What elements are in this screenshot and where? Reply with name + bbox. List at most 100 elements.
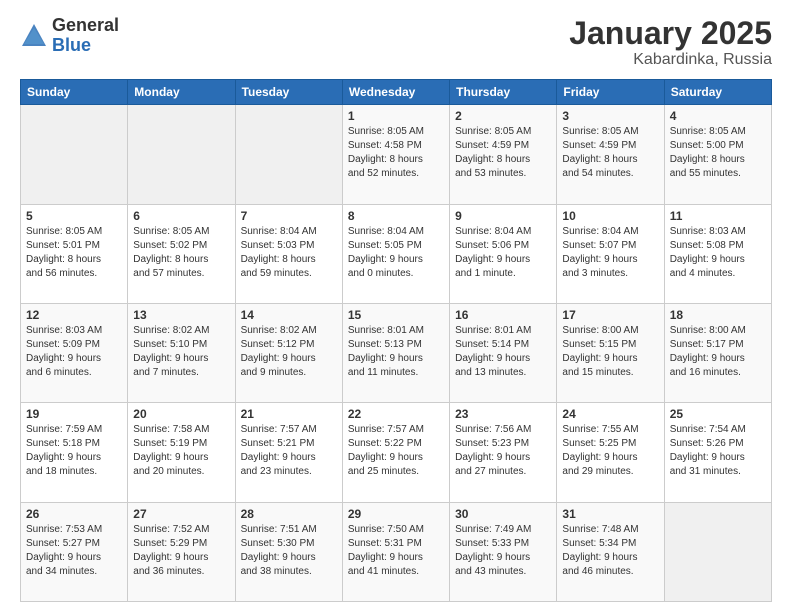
table-row: 16 Sunrise: 8:01 AM Sunset: 5:14 PM Dayli… (450, 303, 557, 402)
day-info: Sunrise: 7:55 AM Sunset: 5:25 PM Dayligh… (562, 423, 658, 479)
table-row: 31Sunrise: 7:48 AM Sunset: 5:34 PM Dayli… (557, 502, 664, 601)
day-info: Sunrise: 8:00 AM Sunset: 5:17 PM Dayligh… (670, 324, 766, 380)
table-row: 18 Sunrise: 8:00 AM Sunset: 5:17 PM Dayli… (664, 303, 771, 402)
logo-icon (20, 22, 48, 50)
day-number: 22 (348, 407, 444, 421)
day-number: 8 (348, 209, 444, 223)
table-row: 9 Sunrise: 8:04 AM Sunset: 5:06 PM Daylig… (450, 204, 557, 303)
day-info: Sunrise: 7:56 AM Sunset: 5:23 PM Dayligh… (455, 423, 551, 479)
day-number: 18 (670, 308, 766, 322)
day-info: Sunrise: 8:05 AM Sunset: 4:58 PM Dayligh… (348, 125, 444, 181)
calendar-week-row: 12 Sunrise: 8:03 AM Sunset: 5:09 PM Dayli… (21, 303, 772, 402)
month-title: January 2025 (569, 16, 772, 51)
day-info: Sunrise: 8:04 AM Sunset: 5:06 PM Dayligh… (455, 225, 551, 281)
logo-blue: Blue (52, 36, 119, 56)
day-number: 9 (455, 209, 551, 223)
day-info: Sunrise: 7:57 AM Sunset: 5:22 PM Dayligh… (348, 423, 444, 479)
header: General Blue January 2025 Kabardinka, Ru… (20, 16, 772, 69)
table-row (128, 105, 235, 204)
calendar-week-row: 19Sunrise: 7:59 AM Sunset: 5:18 PM Dayli… (21, 403, 772, 502)
day-info: Sunrise: 8:02 AM Sunset: 5:12 PM Dayligh… (241, 324, 337, 380)
day-number: 21 (241, 407, 337, 421)
table-row: 30 Sunrise: 7:49 AM Sunset: 5:33 PM Dayli… (450, 502, 557, 601)
day-info: Sunrise: 8:03 AM Sunset: 5:08 PM Dayligh… (670, 225, 766, 281)
col-saturday: Saturday (664, 80, 771, 105)
table-row: 1 Sunrise: 8:05 AM Sunset: 4:58 PM Daylig… (342, 105, 449, 204)
day-number: 17 (562, 308, 658, 322)
table-row: 29 Sunrise: 7:50 AM Sunset: 5:31 PM Dayli… (342, 502, 449, 601)
logo: General Blue (20, 16, 119, 56)
day-number: 24 (562, 407, 658, 421)
col-wednesday: Wednesday (342, 80, 449, 105)
table-row: 13 Sunrise: 8:02 AM Sunset: 5:10 PM Dayli… (128, 303, 235, 402)
day-number: 10 (562, 209, 658, 223)
day-number: 16 (455, 308, 551, 322)
table-row: 4 Sunrise: 8:05 AM Sunset: 5:00 PM Daylig… (664, 105, 771, 204)
table-row: 21 Sunrise: 7:57 AM Sunset: 5:21 PM Dayli… (235, 403, 342, 502)
day-info: Sunrise: 8:05 AM Sunset: 4:59 PM Dayligh… (455, 125, 551, 181)
table-row: 28Sunrise: 7:51 AM Sunset: 5:30 PM Dayli… (235, 502, 342, 601)
day-info: Sunrise: 8:05 AM Sunset: 4:59 PM Dayligh… (562, 125, 658, 181)
calendar-table: Sunday Monday Tuesday Wednesday Thursday… (20, 79, 772, 602)
day-number: 30 (455, 507, 551, 521)
day-number: 26 (26, 507, 122, 521)
location: Kabardinka, Russia (569, 51, 772, 69)
table-row: 20Sunrise: 7:58 AM Sunset: 5:19 PM Dayli… (128, 403, 235, 502)
day-number: 4 (670, 109, 766, 123)
page: General Blue January 2025 Kabardinka, Ru… (0, 0, 792, 612)
calendar-week-row: 5Sunrise: 8:05 AM Sunset: 5:01 PM Daylig… (21, 204, 772, 303)
table-row: 19Sunrise: 7:59 AM Sunset: 5:18 PM Dayli… (21, 403, 128, 502)
day-info: Sunrise: 7:50 AM Sunset: 5:31 PM Dayligh… (348, 523, 444, 579)
day-number: 2 (455, 109, 551, 123)
day-info: Sunrise: 7:51 AM Sunset: 5:30 PM Dayligh… (241, 523, 337, 579)
table-row: 14 Sunrise: 8:02 AM Sunset: 5:12 PM Dayli… (235, 303, 342, 402)
table-row: 25 Sunrise: 7:54 AM Sunset: 5:26 PM Dayli… (664, 403, 771, 502)
col-monday: Monday (128, 80, 235, 105)
day-number: 29 (348, 507, 444, 521)
day-info: Sunrise: 8:01 AM Sunset: 5:13 PM Dayligh… (348, 324, 444, 380)
day-info: Sunrise: 7:48 AM Sunset: 5:34 PM Dayligh… (562, 523, 658, 579)
calendar-week-row: 1 Sunrise: 8:05 AM Sunset: 4:58 PM Daylig… (21, 105, 772, 204)
table-row (235, 105, 342, 204)
day-number: 13 (133, 308, 229, 322)
day-info: Sunrise: 8:04 AM Sunset: 5:07 PM Dayligh… (562, 225, 658, 281)
title-block: January 2025 Kabardinka, Russia (569, 16, 772, 69)
day-number: 25 (670, 407, 766, 421)
day-info: Sunrise: 7:57 AM Sunset: 5:21 PM Dayligh… (241, 423, 337, 479)
day-info: Sunrise: 8:04 AM Sunset: 5:05 PM Dayligh… (348, 225, 444, 281)
day-info: Sunrise: 7:52 AM Sunset: 5:29 PM Dayligh… (133, 523, 229, 579)
day-info: Sunrise: 8:01 AM Sunset: 5:14 PM Dayligh… (455, 324, 551, 380)
day-info: Sunrise: 8:03 AM Sunset: 5:09 PM Dayligh… (26, 324, 122, 380)
table-row (664, 502, 771, 601)
table-row: 8 Sunrise: 8:04 AM Sunset: 5:05 PM Daylig… (342, 204, 449, 303)
day-number: 6 (133, 209, 229, 223)
day-info: Sunrise: 8:05 AM Sunset: 5:00 PM Dayligh… (670, 125, 766, 181)
table-row: 17 Sunrise: 8:00 AM Sunset: 5:15 PM Dayli… (557, 303, 664, 402)
table-row: 22 Sunrise: 7:57 AM Sunset: 5:22 PM Dayli… (342, 403, 449, 502)
table-row: 6Sunrise: 8:05 AM Sunset: 5:02 PM Daylig… (128, 204, 235, 303)
day-info: Sunrise: 7:58 AM Sunset: 5:19 PM Dayligh… (133, 423, 229, 479)
day-number: 1 (348, 109, 444, 123)
day-info: Sunrise: 7:53 AM Sunset: 5:27 PM Dayligh… (26, 523, 122, 579)
col-tuesday: Tuesday (235, 80, 342, 105)
day-number: 19 (26, 407, 122, 421)
day-info: Sunrise: 8:02 AM Sunset: 5:10 PM Dayligh… (133, 324, 229, 380)
day-number: 14 (241, 308, 337, 322)
day-info: Sunrise: 8:00 AM Sunset: 5:15 PM Dayligh… (562, 324, 658, 380)
table-row: 24 Sunrise: 7:55 AM Sunset: 5:25 PM Dayli… (557, 403, 664, 502)
table-row: 12 Sunrise: 8:03 AM Sunset: 5:09 PM Dayli… (21, 303, 128, 402)
day-info: Sunrise: 8:05 AM Sunset: 5:01 PM Dayligh… (26, 225, 122, 281)
table-row: 27Sunrise: 7:52 AM Sunset: 5:29 PM Dayli… (128, 502, 235, 601)
col-sunday: Sunday (21, 80, 128, 105)
table-row: 3 Sunrise: 8:05 AM Sunset: 4:59 PM Daylig… (557, 105, 664, 204)
calendar-week-row: 26 Sunrise: 7:53 AM Sunset: 5:27 PM Dayli… (21, 502, 772, 601)
table-row (21, 105, 128, 204)
col-thursday: Thursday (450, 80, 557, 105)
day-info: Sunrise: 8:04 AM Sunset: 5:03 PM Dayligh… (241, 225, 337, 281)
day-number: 3 (562, 109, 658, 123)
day-info: Sunrise: 7:54 AM Sunset: 5:26 PM Dayligh… (670, 423, 766, 479)
day-number: 12 (26, 308, 122, 322)
table-row: 5Sunrise: 8:05 AM Sunset: 5:01 PM Daylig… (21, 204, 128, 303)
day-info: Sunrise: 7:49 AM Sunset: 5:33 PM Dayligh… (455, 523, 551, 579)
day-number: 7 (241, 209, 337, 223)
